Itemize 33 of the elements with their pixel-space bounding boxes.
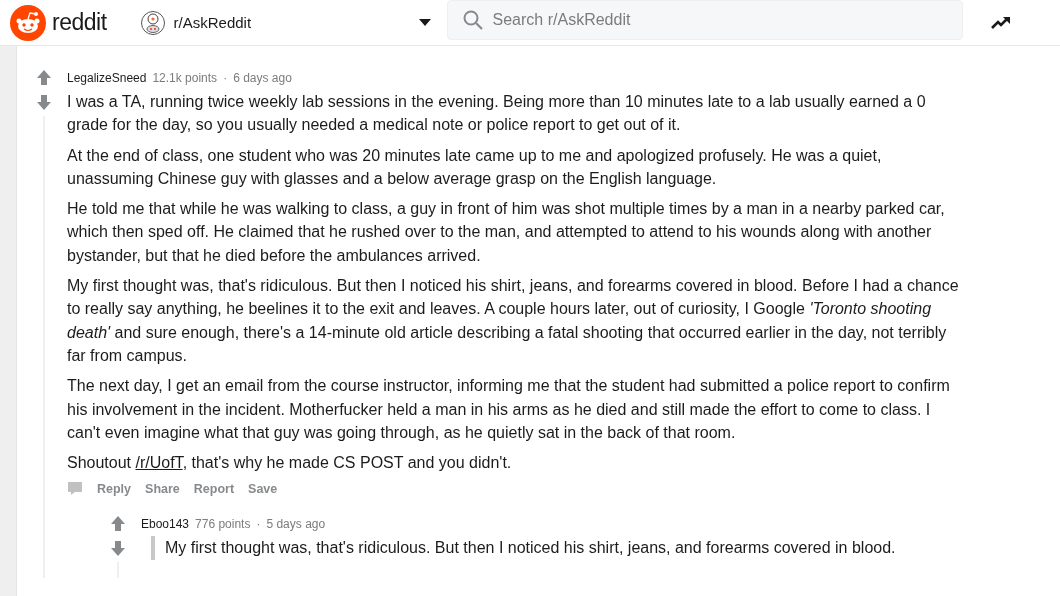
separator-dot: · xyxy=(256,517,261,532)
comment-paragraph: At the end of class, one student who was 20 minutes late came up to me and apologized profusely. He was a quiet, unassuming Chinese guy with glasses and a below average grasp on the English language. xyxy=(67,145,883,189)
comment-time[interactable]: 5 days ago xyxy=(266,517,326,532)
comment-paragraph: The next day, I get an email from the course instructor, informing me that the student had submitted a police report to confirm his involvement in the incident. Motherfucker held a man in his arms as he died and still made the effort to come to class. I can't even imagine what that guy was going through, as he quietly sat in the back of that room. xyxy=(67,376,951,443)
comment-author[interactable]: Eboo143 xyxy=(141,517,190,532)
comment-points: 776 points xyxy=(195,517,251,532)
comment-time[interactable]: 6 days ago xyxy=(233,71,292,85)
search-field[interactable]: Search r/AskReddit xyxy=(446,0,963,40)
separator-dot: · xyxy=(223,71,228,85)
comment-paragraph: He told me that while he was walking to class, a guy in front of him was shot multiple times by a man in a nearby parked car, which then sped off. He claimed that he rushed over to the man, and attempted to attend to his wounds along with another bystander, but that he died before the ambulances arrived. xyxy=(67,199,946,266)
reddit-wordmark[interactable]: reddit xyxy=(52,9,107,36)
comment-points: 12.1k points xyxy=(152,71,218,85)
downvote-icon[interactable] xyxy=(111,541,125,557)
comment-action[interactable]: Report xyxy=(193,481,235,496)
comment-author[interactable]: LegalizeSneed xyxy=(67,71,147,85)
upvote-icon[interactable] xyxy=(111,516,125,532)
search-icon xyxy=(462,9,483,30)
quote-text: My first thought was, that's ridiculous. But then I noticed his shirt, jeans, and forearms covered in blood. xyxy=(151,536,1060,560)
comment-action[interactable]: Save xyxy=(248,481,278,496)
subreddit-link[interactable]: /r/UofT xyxy=(135,454,183,472)
comment-paragraph: My first thought was, that's ridiculous. But then I noticed his shirt, jeans, and forearms covered in blood. Before I had a chance to really say anything, he beelines it to the exit and leaves. A couple hours later, out of curiosity, I Google 'Toronto shooting death' and sure enough, there's a 14-minute old article describing a fatal shooting that occurred earlier in the day, not terribly far from campus. xyxy=(67,276,959,366)
trending-icon[interactable] xyxy=(990,15,1011,30)
subreddit-name[interactable]: r/AskReddit xyxy=(173,14,410,31)
comment-icon[interactable] xyxy=(67,481,83,497)
subreddit-icon xyxy=(140,10,165,35)
upvote-icon[interactable] xyxy=(37,70,51,85)
caret-icon[interactable] xyxy=(418,19,431,26)
downvote-icon[interactable] xyxy=(37,95,51,110)
comment-paragraph: I was a TA, running twice weekly lab sessions in the evening. Being more than 10 minutes late to a lab usually earned a 0 grade for the day, so you usually needed a medical note or police report to get out of it. xyxy=(67,92,927,136)
reddit-logo-icon[interactable] xyxy=(10,4,46,41)
comment-action[interactable]: Share xyxy=(145,481,180,496)
comment-paragraph: Shoutout /r/UofT, that's why he made CS POST and you didn't. xyxy=(67,453,513,474)
comment-action[interactable]: Reply xyxy=(97,481,132,496)
